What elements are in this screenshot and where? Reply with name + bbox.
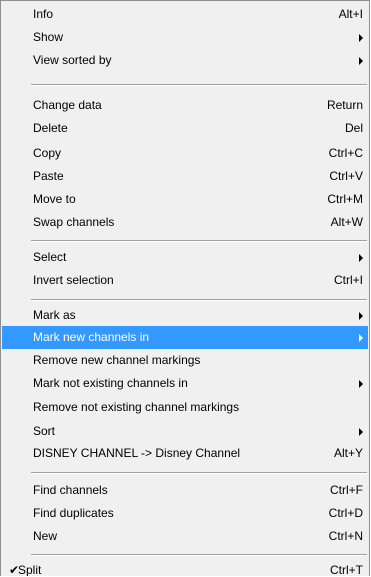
shortcut-text: Ctrl+V (329, 169, 363, 183)
shortcut-text: Alt+I (338, 7, 363, 21)
menu-item-label: DISNEY CHANNEL -> Disney Channel (33, 446, 241, 460)
menu-item-label: Remove not existing channel markings (33, 400, 240, 414)
menu-separator (31, 84, 367, 86)
menu-item-label: Mark new channels in (33, 330, 150, 344)
menu-item-label: Find duplicates (33, 506, 114, 520)
menu-item-label: Show (33, 30, 64, 44)
menu-item-split[interactable]: ✔ Split Ctrl+T (2, 559, 368, 576)
menu-item-label: Invert selection (33, 273, 114, 287)
menu-item-label: Split (18, 563, 42, 576)
shortcut-text: Ctrl+M (327, 192, 363, 206)
submenu-arrow-icon (359, 312, 363, 320)
menu-item-copy[interactable]: Copy Ctrl+C (2, 142, 368, 165)
menu-item-label: Move to (33, 192, 76, 206)
menu-item-label: View sorted by (33, 53, 112, 67)
context-menu: Info Alt+I Show View sorted by Change da… (0, 0, 370, 576)
menu-item-new[interactable]: New Ctrl+N (2, 525, 368, 548)
menu-item-select[interactable]: Select (2, 246, 368, 269)
menu-item-sort[interactable]: Sort (2, 420, 368, 443)
menu-separator (31, 299, 367, 301)
menu-item-label: Find channels (33, 483, 108, 497)
menu-item-label: Swap channels (33, 215, 115, 229)
shortcut-text: Ctrl+D (328, 506, 363, 520)
submenu-arrow-icon (359, 34, 363, 42)
menu-item-label: Remove new channel markings (33, 353, 201, 367)
menu-item-label: Paste (33, 169, 64, 183)
menu-item-show[interactable]: Show (2, 26, 368, 49)
submenu-arrow-icon (359, 428, 363, 436)
shortcut-text: Ctrl+N (328, 529, 363, 543)
menu-item-info[interactable]: Info Alt+I (2, 3, 368, 26)
shortcut-text: Alt+Y (333, 446, 363, 460)
menu-item-disney-channel-rename[interactable]: DISNEY CHANNEL -> Disney Channel Alt+Y (2, 442, 368, 465)
menu-item-remove-not-existing-channel-markings[interactable]: Remove not existing channel markings (2, 396, 368, 419)
shortcut-text: Return (326, 98, 363, 112)
menu-item-label: New (33, 529, 58, 543)
menu-item-paste[interactable]: Paste Ctrl+V (2, 165, 368, 188)
shortcut-text: Ctrl+I (333, 273, 363, 287)
menu-item-label: Delete (33, 121, 68, 135)
menu-item-label: Info (33, 7, 54, 21)
submenu-arrow-icon (359, 334, 363, 342)
menu-item-label: Change data (33, 98, 102, 112)
menu-item-label: Mark as (33, 308, 76, 322)
menu-item-invert-selection[interactable]: Invert selection Ctrl+I (2, 269, 368, 292)
menu-item-remove-new-channel-markings[interactable]: Remove new channel markings (2, 349, 368, 372)
submenu-arrow-icon (359, 380, 363, 388)
menu-item-label: Mark not existing channels in (33, 376, 188, 390)
submenu-arrow-icon (359, 57, 363, 65)
menu-item-label: Sort (33, 424, 56, 438)
menu-separator (31, 472, 367, 474)
menu-item-mark-as[interactable]: Mark as (2, 304, 368, 327)
menu-item-label: Select (33, 250, 67, 264)
shortcut-text: Ctrl+F (330, 483, 363, 497)
menu-item-change-data[interactable]: Change data Return (2, 94, 368, 117)
shortcut-text: Del (344, 121, 363, 135)
shortcut-text: Ctrl+C (328, 146, 363, 160)
menu-item-find-channels[interactable]: Find channels Ctrl+F (2, 479, 368, 502)
shortcut-text: Ctrl+T (330, 563, 363, 576)
menu-item-mark-not-existing-channels-in[interactable]: Mark not existing channels in (2, 372, 368, 395)
menu-separator (31, 240, 367, 242)
shortcut-text: Alt+W (330, 215, 363, 229)
menu-separator (31, 554, 367, 556)
menu-item-mark-new-channels-in[interactable]: Mark new channels in (2, 326, 368, 349)
menu-item-find-duplicates[interactable]: Find duplicates Ctrl+D (2, 502, 368, 525)
menu-item-view-sorted-by[interactable]: View sorted by (2, 49, 368, 72)
submenu-arrow-icon (359, 254, 363, 262)
menu-item-move-to[interactable]: Move to Ctrl+M (2, 188, 368, 211)
menu-item-delete[interactable]: Delete Del (2, 117, 368, 140)
menu-item-swap-channels[interactable]: Swap channels Alt+W (2, 211, 368, 234)
menu-item-label: Copy (33, 146, 62, 160)
